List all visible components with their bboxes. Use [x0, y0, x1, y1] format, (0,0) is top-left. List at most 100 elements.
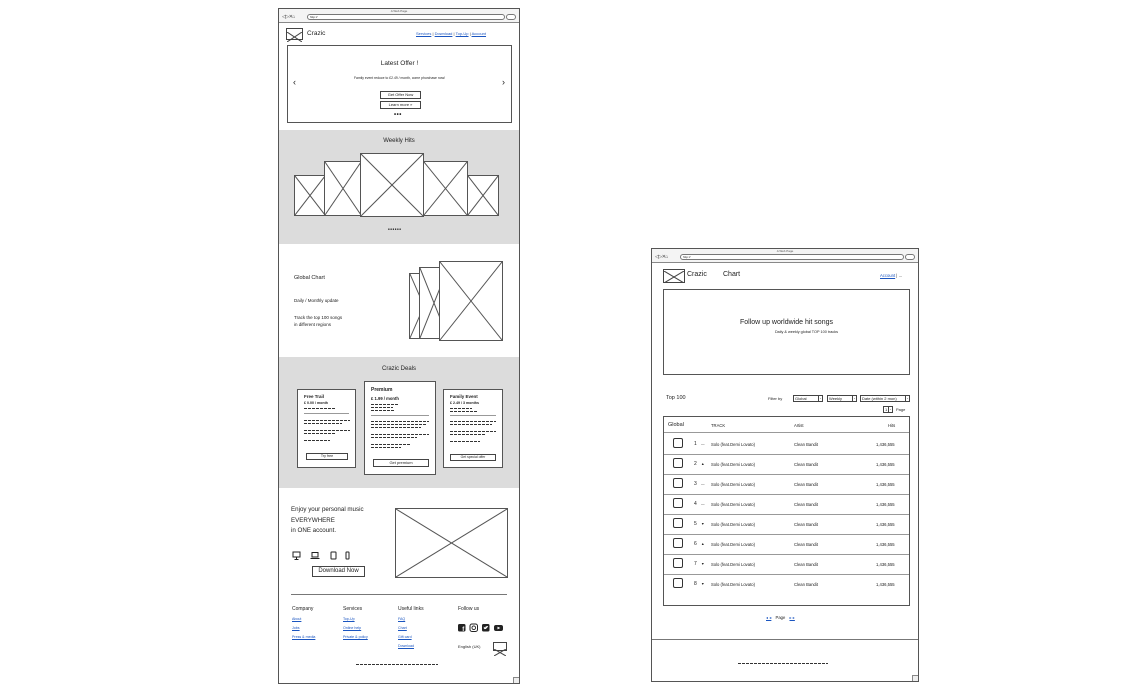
browser-chrome: A Web Page ◁▷✕⌂ http:// [652, 249, 918, 263]
language-flag-icon[interactable] [493, 642, 507, 651]
page-number-select[interactable]: 1 ⌄ [883, 406, 893, 413]
scroll-corner [912, 675, 918, 681]
chart-image-front[interactable] [439, 261, 503, 341]
carousel-dots[interactable]: ••• [394, 112, 402, 118]
footer-link-faq[interactable]: FAQ [398, 617, 424, 621]
row-artist: Clean Bandit [794, 582, 818, 587]
get-offer-button[interactable]: Get Offer Now [380, 91, 421, 99]
row-trend-icon: — [701, 482, 705, 486]
row-checkbox[interactable] [673, 458, 683, 468]
footer-link-press[interactable]: Press & media [292, 635, 315, 639]
learn-more-button[interactable]: Learn more » [380, 101, 421, 109]
browser-search-field[interactable] [506, 14, 516, 20]
offer-text: Family event reduce to £2.49 / month, co… [353, 76, 446, 80]
row-hits: 1,436,555 [876, 562, 895, 567]
footer-services-title: Services [343, 606, 363, 612]
download-now-button[interactable]: Download Now [312, 566, 365, 577]
row-track: Solo (feat.Demi Lovato) [711, 442, 755, 447]
browser-nav-icons[interactable]: ◁▷✕⌂ [282, 14, 295, 20]
nav-account[interactable]: Account [880, 273, 895, 278]
browser-search-field[interactable] [905, 254, 915, 260]
download-image-placeholder [395, 508, 508, 578]
footer-link-privacy[interactable]: Private & policy [343, 635, 368, 639]
header-divider [664, 432, 909, 433]
row-artist: Clean Bandit [794, 562, 818, 567]
footer-link-top-up[interactable]: Top-Up [343, 617, 368, 621]
footer-link-about[interactable]: About [292, 617, 315, 621]
chart-table: Global TRACK Artist Hits 1 — Solo (feat.De… [663, 416, 910, 606]
footer-link-chart[interactable]: Chart [398, 626, 424, 630]
row-checkbox[interactable] [673, 498, 683, 508]
table-row[interactable]: 3 — Solo (feat.Demi Lovato) Clean Bandit 1,4… [664, 475, 909, 495]
row-checkbox[interactable] [673, 478, 683, 488]
row-trend-icon: ▲ [701, 542, 705, 546]
table-row[interactable]: 1 — Solo (feat.Demi Lovato) Clean Bandit 1,4… [664, 435, 909, 455]
browser-nav-icons[interactable]: ◁▷✕⌂ [655, 254, 668, 260]
filter-region-select[interactable]: Global ⌄ [793, 395, 823, 402]
album-cover-5[interactable] [467, 175, 499, 216]
deal-card-free: Free Trail £ 0.00 / month Try free [297, 389, 356, 468]
carousel-next-icon[interactable]: › [502, 77, 505, 87]
row-rank: 3 [694, 481, 697, 487]
footer-useful-title: Useful links [398, 606, 424, 612]
nav-account[interactable]: Account [472, 31, 486, 36]
home-page-wireframe: A Web Page ◁▷✕⌂ http:// Crazic Services … [278, 8, 520, 684]
row-checkbox[interactable] [673, 558, 683, 568]
filter-date-select[interactable]: Date (within 2 mon) ⌄ [860, 395, 910, 402]
footer-link-jobs[interactable]: Jobs [292, 626, 315, 630]
offer-carousel: Latest Offer ! Family event reduce to £2… [287, 45, 512, 123]
logo-placeholder[interactable] [663, 269, 685, 283]
logo-placeholder[interactable] [286, 28, 303, 40]
deal-price: £ 2.49 / 3 months [450, 401, 479, 405]
row-track: Solo (feat.Demi Lovato) [711, 542, 755, 547]
deal-card-family: Family Event £ 2.49 / 3 months Get speci… [443, 389, 503, 468]
row-checkbox[interactable] [673, 538, 683, 548]
album-cover-4[interactable] [423, 161, 468, 216]
url-bar[interactable]: http:// [307, 14, 505, 20]
nav-download[interactable]: Download [435, 31, 453, 36]
weekly-hits-dots[interactable]: •••••• [388, 228, 402, 233]
copyright-placeholder [356, 664, 438, 665]
album-cover-3[interactable] [360, 153, 424, 217]
footer-link-download[interactable]: Download [398, 644, 424, 648]
album-cover-1[interactable] [294, 175, 326, 216]
filter-period-select[interactable]: Weekly ⌄ [827, 395, 857, 402]
table-row[interactable]: 8 ▼ Solo (feat.Demi Lovato) Clean Bandit 1,4… [664, 575, 909, 595]
table-row[interactable]: 2 ▲ Solo (feat.Demi Lovato) Clean Bandit 1,4… [664, 455, 909, 475]
row-checkbox[interactable] [673, 438, 683, 448]
try-free-button[interactable]: Try free [306, 453, 348, 460]
footer-follow-title: Follow us [458, 606, 480, 612]
footer-link-gift-card[interactable]: Gift card [398, 635, 424, 639]
nav-services[interactable]: Services [416, 31, 431, 36]
footer-link-online-help[interactable]: Online help [343, 626, 368, 630]
table-row[interactable]: 5 ▼ Solo (feat.Demi Lovato) Clean Bandit 1,4… [664, 515, 909, 535]
album-cover-2[interactable] [324, 161, 362, 216]
row-rank: 4 [694, 501, 697, 507]
row-checkbox[interactable] [673, 578, 683, 588]
nav-top-up[interactable]: Top-Up [456, 31, 469, 36]
brand-name: Crazic [687, 271, 707, 278]
chevron-down-icon: ⌄ [888, 407, 892, 412]
footer-divider [291, 594, 507, 595]
url-bar[interactable]: http:// [680, 254, 904, 260]
copyright-placeholder [738, 663, 828, 664]
get-special-offer-button[interactable]: Get special offer [450, 454, 496, 461]
nav-more[interactable]: ... [899, 273, 903, 278]
deal-name: Premium [371, 387, 393, 393]
table-row[interactable]: 6 ▲ Solo (feat.Demi Lovato) Clean Bandit 1,4… [664, 535, 909, 555]
row-rank: 2 [694, 461, 697, 467]
pager-prev-icon[interactable]: ◂ ◂ [766, 615, 771, 620]
language-label[interactable]: English (UK) [458, 644, 480, 649]
row-checkbox[interactable] [673, 518, 683, 528]
table-row[interactable]: 4 — Solo (feat.Demi Lovato) Clean Bandit 1,4… [664, 495, 909, 515]
col-hits-header: Hits [888, 423, 896, 428]
get-premium-button[interactable]: Get premium [373, 459, 429, 467]
top-nav: Services | Download | Top-Up | Account [416, 31, 487, 36]
top-nav: Account | ... [880, 273, 903, 278]
table-row[interactable]: 7 ▼ Solo (feat.Demi Lovato) Clean Bandit 1,4… [664, 555, 909, 575]
page-number-value: 1 [885, 407, 888, 412]
col-region-header: Global [668, 422, 684, 428]
hero-title: Follow up worldwide hit songs [740, 319, 833, 326]
carousel-prev-icon[interactable]: ‹ [293, 77, 296, 87]
pager-next-icon[interactable]: ▸ ▸ [790, 615, 795, 620]
